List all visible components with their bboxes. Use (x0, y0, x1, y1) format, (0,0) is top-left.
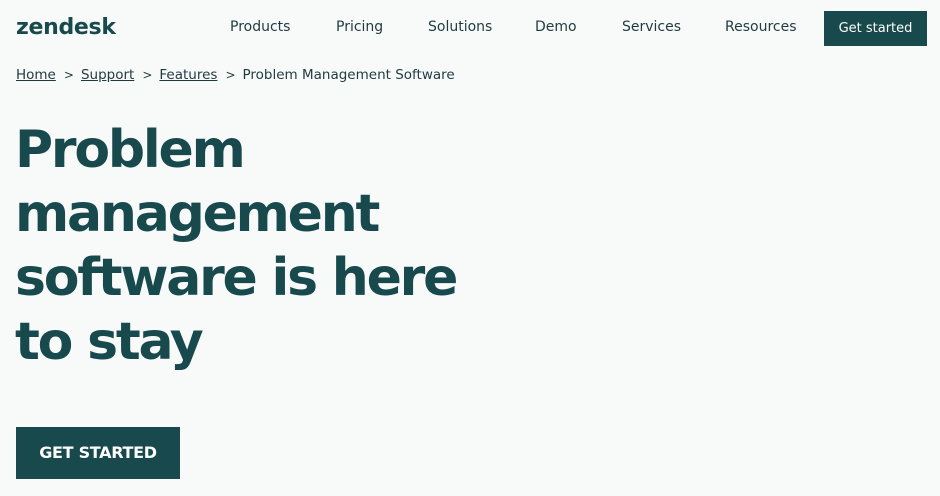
breadcrumb-separator: > (63, 68, 74, 82)
breadcrumb: Home > Support > Features > Problem Management… (16, 66, 455, 84)
hero-title-line: to stay (15, 312, 204, 372)
get-started-button[interactable]: GET STARTED (16, 427, 180, 479)
breadcrumb-features-link[interactable]: Features (159, 67, 217, 83)
nav-item-products[interactable]: Products (230, 18, 290, 36)
nav-item-services[interactable]: Services (622, 18, 681, 36)
hero-title-line: Problem (15, 120, 246, 180)
breadcrumb-support-link[interactable]: Support (81, 67, 134, 83)
breadcrumb-separator: > (225, 68, 236, 82)
get-started-header-button[interactable]: Get started (824, 11, 927, 46)
breadcrumb-current: Problem Management Software (242, 67, 455, 83)
nav-item-demo[interactable]: Demo (535, 18, 577, 36)
site-header: zendesk Products Pricing Solutions Demo … (0, 0, 940, 56)
breadcrumb-separator: > (142, 68, 153, 82)
hero-title-line: software is here (15, 248, 458, 308)
page: zendesk Products Pricing Solutions Demo … (0, 0, 940, 496)
breadcrumb-home-link[interactable]: Home (16, 67, 56, 83)
hero-title: Problem management software is here to s… (15, 118, 515, 374)
nav-item-pricing[interactable]: Pricing (336, 18, 383, 36)
nav-item-solutions[interactable]: Solutions (428, 18, 492, 36)
zendesk-logo[interactable]: zendesk (16, 14, 116, 42)
nav-item-resources[interactable]: Resources (725, 18, 797, 36)
hero-title-line: management (15, 184, 380, 244)
